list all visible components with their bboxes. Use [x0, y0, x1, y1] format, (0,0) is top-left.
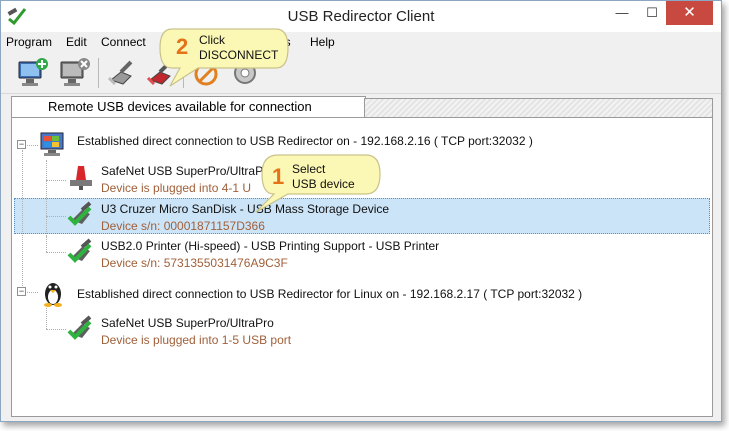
remove-server-icon[interactable] [57, 56, 93, 90]
device-detail: Device s/n: 5731355031476A9C3F [101, 256, 288, 270]
device-name[interactable]: USB2.0 Printer (Hi-speed) - USB Printing… [101, 239, 439, 253]
collapse-toggle[interactable]: − [17, 287, 26, 296]
menu-edit[interactable]: Edit [66, 35, 87, 49]
close-button[interactable]: ✕ [666, 1, 713, 25]
tree-line [46, 216, 66, 217]
windows-server-icon [40, 132, 64, 156]
tree-line [46, 252, 66, 253]
maximize-button[interactable]: ☐ [637, 1, 667, 25]
tree-line [46, 180, 66, 181]
callout-text-line: Click [199, 33, 225, 47]
tree-line [46, 329, 66, 330]
tab-inactive[interactable] [364, 98, 713, 118]
collapse-toggle[interactable]: − [17, 140, 26, 149]
device-detail: Device is plugged into 1-5 USB port [101, 333, 292, 347]
title-bar: USB Redirector Client — ☐ ✕ [1, 1, 721, 32]
callout-text-line: DISCONNECT [199, 48, 279, 62]
callout-text-line: Select [292, 162, 326, 176]
toolbar-separator [98, 58, 99, 88]
tab-strip: Remote USB devices available for connect… [11, 96, 713, 118]
tree-line [46, 308, 47, 329]
device-detail: Device is plugged into 4-1 U [101, 181, 252, 195]
connection-label[interactable]: Established direct connection to USB Red… [77, 287, 582, 301]
minimize-button[interactable]: — [607, 1, 637, 25]
usb-device-available-icon [67, 201, 92, 226]
menu-bar: Program Edit Connect ns Help [1, 32, 721, 52]
toolbar [1, 52, 721, 94]
add-server-icon[interactable] [15, 56, 51, 90]
linux-server-icon [44, 283, 62, 307]
menu-program[interactable]: Program [6, 35, 52, 49]
connect-device-icon[interactable] [105, 56, 141, 90]
connection-label[interactable]: Established direct connection to USB Red… [77, 134, 533, 148]
device-name[interactable]: SafeNet USB SuperPro/UltraP [101, 164, 263, 178]
menu-connect[interactable]: Connect [101, 35, 146, 49]
device-name[interactable]: SafeNet USB SuperPro/UltraPro [101, 316, 274, 330]
usb-device-available-icon [67, 315, 92, 340]
device-detail: Device s/n: 00001871157D366 [101, 219, 265, 233]
menu-help[interactable]: Help [310, 35, 335, 49]
callout-step-number: 2 [176, 34, 189, 59]
tab-remote-usb-devices[interactable]: Remote USB devices available for connect… [11, 96, 366, 118]
tree-line [46, 236, 47, 252]
callout-text-line: USB device [292, 177, 355, 191]
callout-step-number: 1 [272, 164, 285, 189]
tree-line [22, 150, 23, 292]
usb-device-available-icon [67, 238, 92, 263]
usb-device-in-use-icon [70, 166, 92, 190]
tree-line [46, 160, 47, 236]
